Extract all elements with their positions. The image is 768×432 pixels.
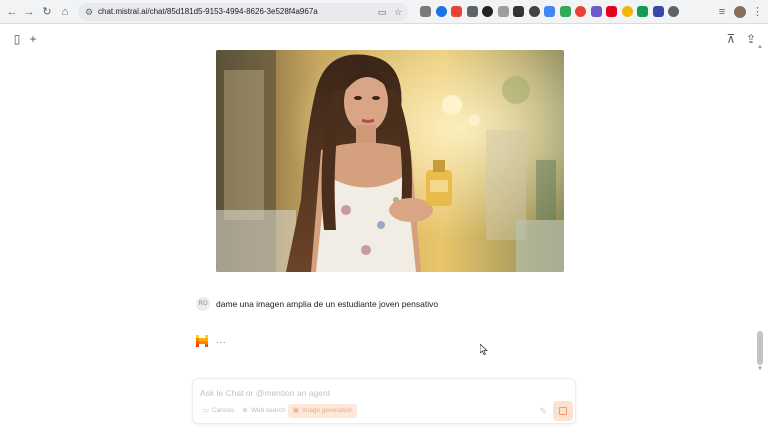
scroll-down-icon[interactable]: ▼ [756, 365, 764, 373]
canvas-tool-button[interactable]: ▭ Canvas [198, 404, 238, 418]
send-button[interactable] [553, 401, 573, 421]
forward-icon[interactable]: → [21, 4, 37, 20]
canvas-icon: ▭ [202, 407, 210, 414]
chat-input[interactable] [200, 386, 520, 400]
cast-icon[interactable]: ▭ [376, 6, 388, 18]
reload-icon[interactable]: ↻ [39, 4, 55, 20]
ea-ext-icon[interactable] [513, 6, 524, 17]
pinterest-ext-icon[interactable] [606, 6, 617, 17]
globe-icon: ⊕ [242, 407, 248, 414]
speed-ext-icon[interactable] [621, 6, 633, 17]
chat-composer: ▭Canvas ⊕Web search ▣Image generation ✎ [192, 378, 576, 424]
json-ext-icon[interactable] [528, 6, 540, 17]
sheets-ext-icon[interactable] [559, 6, 571, 17]
translate-ext-icon[interactable] [544, 6, 555, 17]
google-lens-icon[interactable] [451, 6, 462, 17]
address-bar[interactable]: ⚙ chat.mistral.ai/chat/85d181d5-9153-499… [78, 3, 408, 21]
bookmark-star-icon[interactable]: ☆ [392, 6, 404, 18]
profile-avatar[interactable] [734, 6, 746, 18]
browser-toolbar: ← → ↻ ⌂ ⚙ chat.mistral.ai/chat/85d181d5-… [0, 0, 768, 24]
magnifier-ext-icon[interactable] [466, 6, 478, 17]
site-info-icon[interactable]: ⚙ [83, 6, 95, 18]
puzzle-extensions-icon[interactable] [668, 6, 679, 17]
camera-ext-icon[interactable] [420, 6, 431, 17]
purple-ext-icon[interactable] [652, 6, 664, 17]
paperclip-icon[interactable]: ✎ [537, 405, 549, 417]
download-ext-icon[interactable] [497, 6, 509, 17]
blue-ext-icon[interactable] [435, 6, 447, 17]
redgreen-ext-icon[interactable] [575, 6, 586, 17]
home-icon[interactable]: ⌂ [57, 4, 73, 20]
new-chat-icon[interactable]: + [26, 32, 40, 46]
mouse-cursor-icon [480, 344, 488, 355]
notion-ext-icon[interactable] [482, 6, 493, 17]
mistral-logo-icon [196, 335, 208, 347]
user-message-text: dame una imagen amplia de un estudiante … [216, 299, 439, 309]
chat-app: ▯ + ⊼ ⇪ RO dame una imagen amplia de un … [0, 25, 768, 432]
web-search-tool-label: Web search [251, 407, 286, 414]
sparkle-ext-icon[interactable] [637, 6, 648, 17]
image-icon: ▣ [292, 407, 300, 414]
reading-list-icon[interactable]: ≡ [714, 4, 730, 20]
scroll-up-icon[interactable]: ▲ [756, 43, 764, 51]
typing-indicator: ... [216, 335, 227, 345]
browser-menu-icon[interactable]: ⋮ [752, 4, 763, 20]
sidebar-toggle-icon[interactable]: ▯ [10, 32, 24, 46]
canvas-tool-label: Canvas [212, 407, 235, 414]
image-generation-tool-button[interactable]: ▣ Image generation [288, 404, 357, 418]
page-scrollbar[interactable]: ▲ ▼ [756, 43, 764, 373]
scroll-thumb[interactable] [757, 331, 763, 365]
generated-image[interactable] [216, 50, 564, 272]
web-search-tool-button[interactable]: ⊕ Web search [237, 404, 290, 418]
stop-icon [559, 407, 567, 415]
back-icon[interactable]: ← [4, 4, 20, 20]
url-text[interactable]: chat.mistral.ai/chat/85d181d5-9153-4994-… [98, 6, 318, 18]
image-generation-tool-label: Image generation [302, 407, 353, 414]
pin-icon[interactable]: ⊼ [724, 32, 738, 46]
gear-ext-icon[interactable] [590, 6, 602, 17]
user-avatar: RO [196, 297, 210, 311]
